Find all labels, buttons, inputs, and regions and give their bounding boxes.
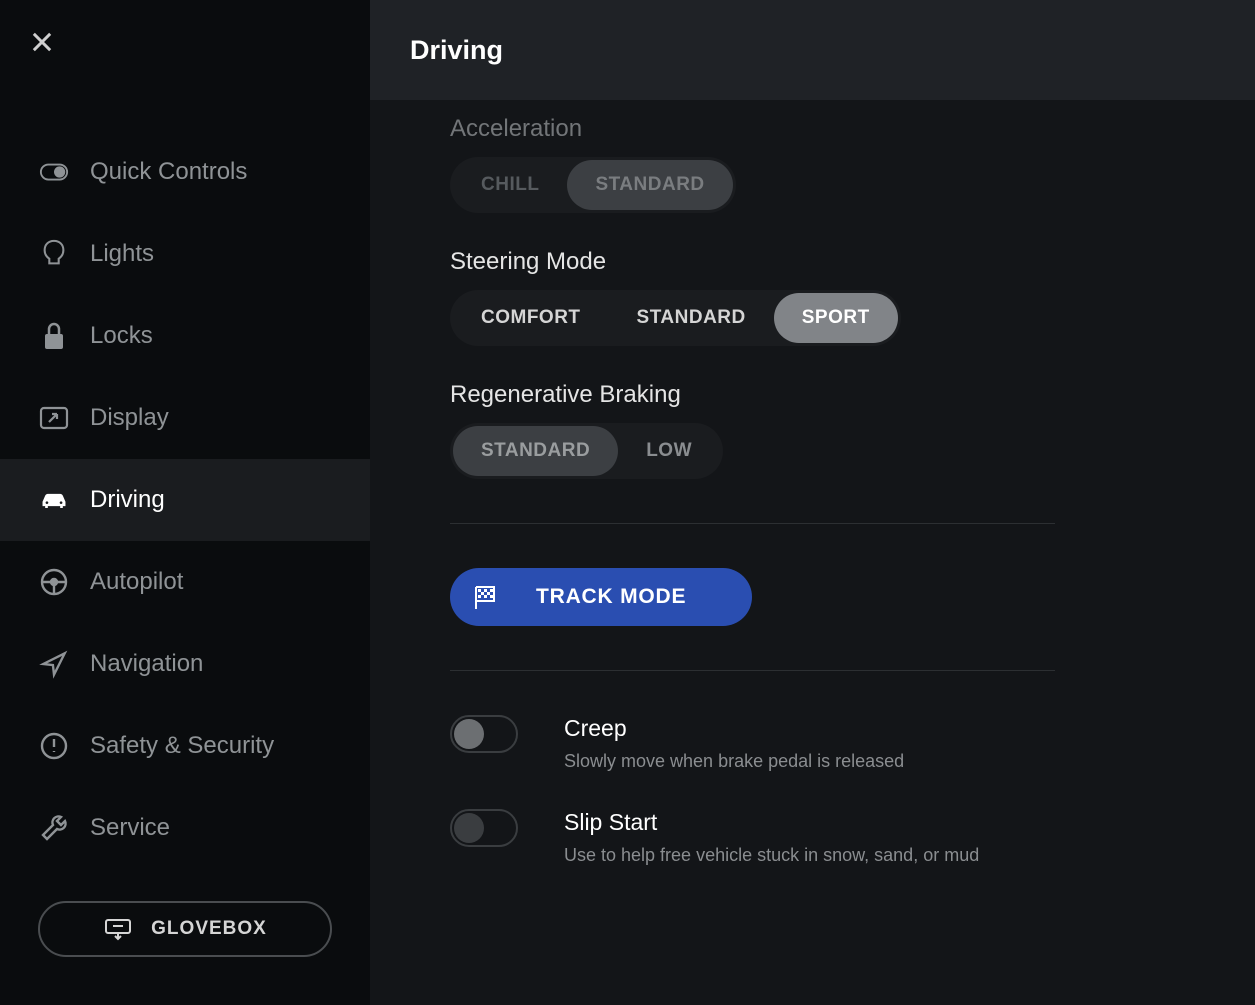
regen-braking-label: Regenerative Braking <box>450 381 1215 409</box>
regen-option-standard[interactable]: STANDARD <box>453 426 618 476</box>
sidebar-item-label: Quick Controls <box>90 158 247 186</box>
lock-icon <box>38 320 70 352</box>
close-button[interactable] <box>0 0 370 61</box>
creep-label: Creep <box>564 715 904 742</box>
sidebar: Quick Controls Lights Locks <box>0 0 370 1005</box>
acceleration-option-chill[interactable]: CHILL <box>453 160 567 210</box>
sidebar-item-label: Display <box>90 404 169 432</box>
wrench-icon <box>38 812 70 844</box>
divider <box>450 523 1055 524</box>
creep-description: Slowly move when brake pedal is released <box>564 750 904 773</box>
glovebox-button[interactable]: GLOVEBOX <box>38 901 332 957</box>
slip-start-toggle[interactable] <box>450 809 518 847</box>
sidebar-item-label: Navigation <box>90 650 203 678</box>
main-panel: Driving Acceleration CHILL STANDARD Stee… <box>370 0 1255 1005</box>
alert-icon <box>38 730 70 762</box>
steering-wheel-icon <box>38 566 70 598</box>
regen-braking-segment: STANDARD LOW <box>450 423 723 479</box>
content: Acceleration CHILL STANDARD Steering Mod… <box>370 100 1255 1005</box>
glovebox-icon <box>103 917 133 941</box>
divider <box>450 670 1055 671</box>
steering-option-sport[interactable]: SPORT <box>774 293 898 343</box>
sidebar-item-label: Service <box>90 814 170 842</box>
sidebar-item-driving[interactable]: Driving <box>0 459 370 541</box>
sidebar-item-label: Locks <box>90 322 153 350</box>
sidebar-item-navigation[interactable]: Navigation <box>0 623 370 705</box>
page-title: Driving <box>410 35 503 66</box>
acceleration-option-standard[interactable]: STANDARD <box>567 160 732 210</box>
steering-option-comfort[interactable]: COMFORT <box>453 293 609 343</box>
sidebar-item-safety-security[interactable]: Safety & Security <box>0 705 370 787</box>
nav-list: Quick Controls Lights Locks <box>0 131 370 901</box>
sidebar-item-autopilot[interactable]: Autopilot <box>0 541 370 623</box>
sidebar-item-locks[interactable]: Locks <box>0 295 370 377</box>
toggle-icon <box>38 156 70 188</box>
steering-option-standard[interactable]: STANDARD <box>609 293 774 343</box>
car-icon <box>38 484 70 516</box>
acceleration-label: Acceleration <box>450 115 1215 143</box>
flag-icon <box>472 583 500 611</box>
steering-mode-segment: COMFORT STANDARD SPORT <box>450 290 901 346</box>
slip-start-label: Slip Start <box>564 809 979 836</box>
sidebar-item-display[interactable]: Display <box>0 377 370 459</box>
glovebox-label: GLOVEBOX <box>151 918 267 940</box>
header: Driving <box>370 0 1255 100</box>
acceleration-segment: CHILL STANDARD <box>450 157 736 213</box>
sidebar-item-lights[interactable]: Lights <box>0 213 370 295</box>
display-icon <box>38 402 70 434</box>
sidebar-item-label: Safety & Security <box>90 732 274 760</box>
slip-start-description: Use to help free vehicle stuck in snow, … <box>564 844 979 867</box>
steering-mode-label: Steering Mode <box>450 248 1215 276</box>
sidebar-item-quick-controls[interactable]: Quick Controls <box>0 131 370 213</box>
creep-row: Creep Slowly move when brake pedal is re… <box>450 715 1215 773</box>
lightbulb-icon <box>38 238 70 270</box>
creep-toggle[interactable] <box>450 715 518 753</box>
track-mode-label: TRACK MODE <box>536 585 686 609</box>
sidebar-item-service[interactable]: Service <box>0 787 370 869</box>
toggle-knob <box>454 719 484 749</box>
sidebar-item-label: Lights <box>90 240 154 268</box>
navigation-icon <box>38 648 70 680</box>
sidebar-item-label: Driving <box>90 486 165 514</box>
toggle-knob <box>454 813 484 843</box>
regen-option-low[interactable]: LOW <box>618 426 720 476</box>
sidebar-item-label: Autopilot <box>90 568 183 596</box>
slip-start-row: Slip Start Use to help free vehicle stuc… <box>450 809 1215 867</box>
track-mode-button[interactable]: TRACK MODE <box>450 568 752 626</box>
close-icon <box>28 28 56 56</box>
